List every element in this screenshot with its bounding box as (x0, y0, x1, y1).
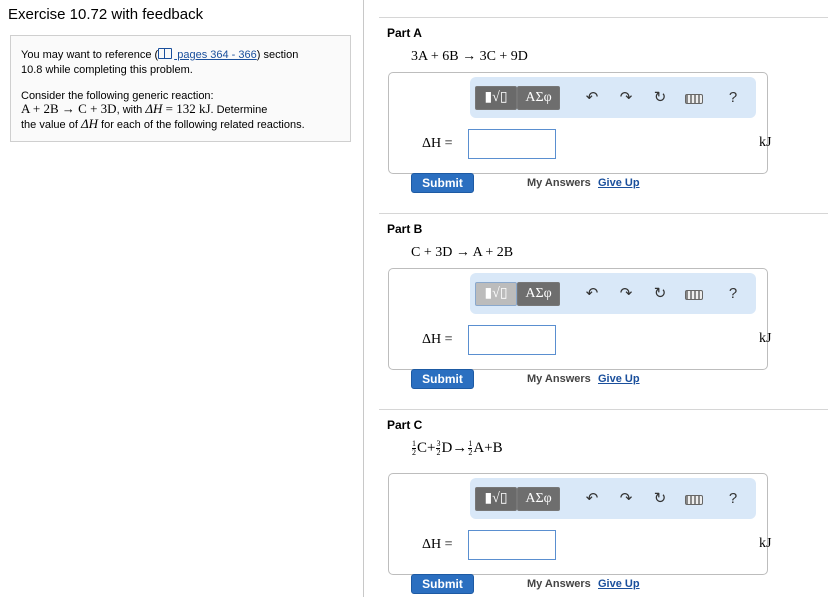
part-c-answer-input[interactable] (468, 530, 556, 560)
part-a-label: Part A (387, 26, 422, 40)
delta-h-symbol-2: ΔH (80, 116, 98, 131)
symbols-button[interactable]: ΑΣφ (517, 487, 560, 511)
pages-link[interactable]: pages 364 - 366 (174, 49, 257, 61)
part-c-answer-panel: ▮√▯ ΑΣφ ↶ ↷ ↻ ? ΔH = kJ (388, 473, 772, 575)
undo-icon[interactable]: ↶ (583, 286, 601, 302)
part-b-toolbar: ▮√▯ ΑΣφ ↶ ↷ ↻ ? (470, 273, 756, 314)
following-text: for each of the following related reacti… (101, 119, 305, 131)
unit-label: kJ (759, 536, 772, 551)
part-c-submit-button[interactable]: Submit (411, 574, 474, 594)
delta-h-value: = 132 kJ (162, 101, 211, 116)
reaction-term: C+ (417, 440, 436, 456)
keyboard-icon[interactable] (685, 94, 703, 104)
reset-icon[interactable]: ↻ (651, 286, 669, 302)
fraction-denominator: 2 (468, 448, 473, 458)
reaction-term: D→ (441, 440, 468, 456)
fraction-denominator: 2 (436, 448, 441, 458)
value-of-text: the value of (21, 119, 78, 131)
part-c-give-up-link[interactable]: Give Up (598, 578, 640, 590)
undo-icon[interactable]: ↶ (583, 90, 601, 106)
templates-button[interactable]: ▮√▯ (475, 282, 517, 306)
part-b-answer-panel: ▮√▯ ΑΣφ ↶ ↷ ↻ ? ΔH = kJ (388, 268, 772, 370)
unit-label: kJ (759, 331, 772, 346)
part-c-reaction: 1 2 C+ 3 2 D→ 1 2 A+B (411, 440, 503, 457)
delta-h-label: ΔH = (422, 136, 453, 151)
part-a-answer-input[interactable] (468, 129, 556, 159)
unit-label: kJ (759, 135, 772, 150)
part-b-reaction: C + 3D → A + 2B (411, 245, 514, 260)
left-panel: Exercise 10.72 with feedback You may wan… (0, 0, 364, 597)
redo-icon[interactable]: ↷ (617, 286, 635, 302)
part-b-submit-button[interactable]: Submit (411, 369, 474, 389)
part-a-my-answers-link[interactable]: My Answers (527, 177, 591, 189)
part-b-label: Part B (387, 222, 423, 236)
templates-button[interactable]: ▮√▯ (475, 487, 517, 511)
symbols-button[interactable]: ΑΣφ (517, 86, 560, 110)
help-icon[interactable]: ? (724, 491, 742, 507)
keyboard-icon[interactable] (685, 495, 703, 505)
reference-line-1: You may want to reference ( pages 364 - … (21, 48, 298, 62)
reference-line-5: the value of ΔH for each of the followin… (21, 117, 305, 132)
help-icon[interactable]: ? (724, 286, 742, 302)
reaction-term: A+B (473, 440, 503, 456)
part-a-submit-button[interactable]: Submit (411, 173, 474, 193)
part-b-give-up-link[interactable]: Give Up (598, 373, 640, 385)
with-text: , with (116, 104, 143, 116)
part-c-label: Part C (387, 418, 423, 432)
reference-line-2: 10.8 while completing this problem. (21, 64, 193, 76)
delta-h-symbol: ΔH (145, 101, 163, 116)
part-a-toolbar: ▮√▯ ΑΣφ ↶ ↷ ↻ ? (470, 77, 756, 118)
exercise-title: Exercise 10.72 with feedback (8, 6, 204, 23)
part-a-give-up-link[interactable]: Give Up (598, 177, 640, 189)
book-icon (158, 48, 173, 59)
reference-text: You may want to reference ( (21, 49, 159, 61)
reference-text-post: ) section (256, 49, 299, 61)
keyboard-icon[interactable] (685, 290, 703, 300)
determine-text: . Determine (210, 104, 268, 116)
reset-icon[interactable]: ↻ (651, 90, 669, 106)
symbols-button[interactable]: ΑΣφ (517, 282, 560, 306)
fraction: 12 (412, 440, 416, 457)
fraction: 32 (436, 440, 441, 458)
redo-icon[interactable]: ↷ (617, 90, 635, 106)
help-icon[interactable]: ? (724, 90, 742, 106)
part-a-reaction: 3A + 6B → 3C + 9D (411, 49, 528, 64)
redo-icon[interactable]: ↷ (617, 491, 635, 507)
reference-box: You may want to reference ( pages 364 - … (10, 35, 351, 142)
delta-h-label: ΔH = (422, 332, 453, 347)
part-a-answer-panel: ▮√▯ ΑΣφ ↶ ↷ ↻ ? ΔH = kJ (388, 72, 772, 174)
part-b-my-answers-link[interactable]: My Answers (527, 373, 591, 385)
fraction-denominator: 2 (412, 448, 416, 458)
generic-reaction: A + 2B → C + 3D (21, 101, 117, 116)
reset-icon[interactable]: ↻ (651, 491, 669, 507)
undo-icon[interactable]: ↶ (583, 491, 601, 507)
part-c-toolbar: ▮√▯ ΑΣφ ↶ ↷ ↻ ? (470, 478, 756, 519)
part-b-answer-input[interactable] (468, 325, 556, 355)
reference-line-4: A + 2B → C + 3D, with ΔH = 132 kJ. Deter… (21, 102, 267, 117)
part-c-my-answers-link[interactable]: My Answers (527, 578, 591, 590)
delta-h-label: ΔH = (422, 537, 453, 552)
fraction: 12 (468, 440, 473, 458)
templates-button[interactable]: ▮√▯ (475, 86, 517, 110)
